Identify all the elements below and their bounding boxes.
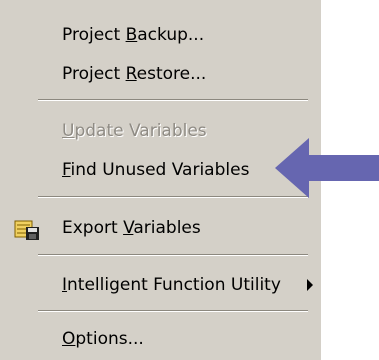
menu-separator	[38, 99, 308, 101]
menu-item-label: Export Variables	[62, 218, 201, 238]
menu-item-project-restore[interactable]: Project Restore...	[0, 57, 322, 91]
menu-item-project-backup[interactable]: Project Backup...	[0, 18, 322, 52]
menu-item-update-variables: Update Variables	[0, 114, 322, 148]
menu-separator	[38, 196, 308, 198]
menu-separator	[38, 254, 308, 256]
menu-separator	[38, 310, 308, 312]
menu-item-options[interactable]: Options...	[0, 322, 322, 356]
context-menu: Project Backup... Project Restore... Upd…	[0, 0, 322, 360]
menu-item-label: Project Backup...	[62, 25, 205, 45]
menu-item-export-variables[interactable]: Export Variables	[0, 211, 322, 245]
menu-item-find-unused-variables[interactable]: Find Unused Variables	[0, 153, 322, 187]
submenu-arrow-icon	[307, 279, 313, 291]
export-variables-icon	[14, 219, 40, 241]
menu-item-label: Intelligent Function Utility	[62, 275, 281, 295]
menu-item-label: Project Restore...	[62, 64, 207, 84]
menu-item-label: Update Variables	[62, 121, 207, 141]
left-pointing-arrow-icon	[275, 138, 379, 198]
menu-item-intelligent-function-utility[interactable]: Intelligent Function Utility	[0, 268, 322, 302]
menu-item-label: Find Unused Variables	[62, 160, 250, 180]
menu-item-label: Options...	[62, 329, 144, 349]
